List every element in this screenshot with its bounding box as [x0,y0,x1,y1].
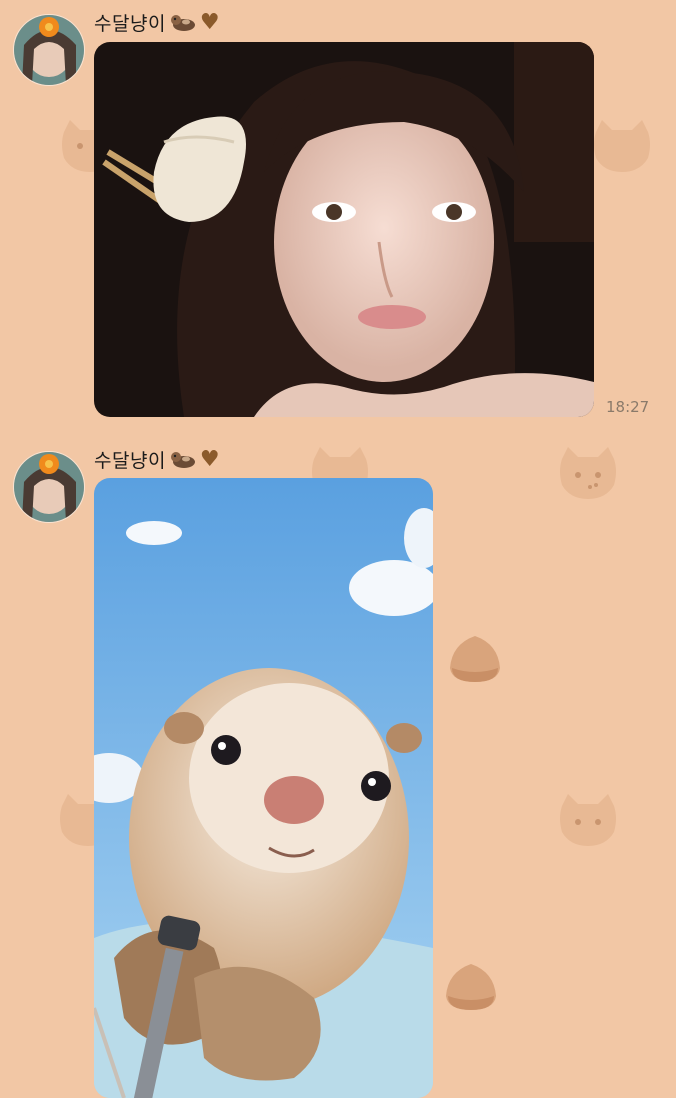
heart-icon: ♥ [199,446,220,472]
chestnut-icon [446,964,496,1010]
timestamp: 18:27 [606,398,650,416]
avatar[interactable] [13,451,85,523]
sender-name: 수달냥이 [94,449,166,472]
otter-emoji-icon [170,452,195,468]
cat-face-icon [560,794,616,846]
avatar[interactable] [13,14,85,86]
sender-row: 수달냥이 ♥ [94,8,220,36]
cat-face-icon [594,120,650,172]
otter-selfie-photo[interactable] [94,478,433,1098]
sender-name: 수달냥이 [94,12,166,35]
heart-icon: ♥ [199,9,220,35]
otter-emoji-icon [170,15,195,31]
sender-row: 수달냥이 ♥ [94,445,220,473]
selfie-photo[interactable] [94,42,594,417]
cat-face-icon [560,447,616,499]
chestnut-icon [450,636,500,682]
